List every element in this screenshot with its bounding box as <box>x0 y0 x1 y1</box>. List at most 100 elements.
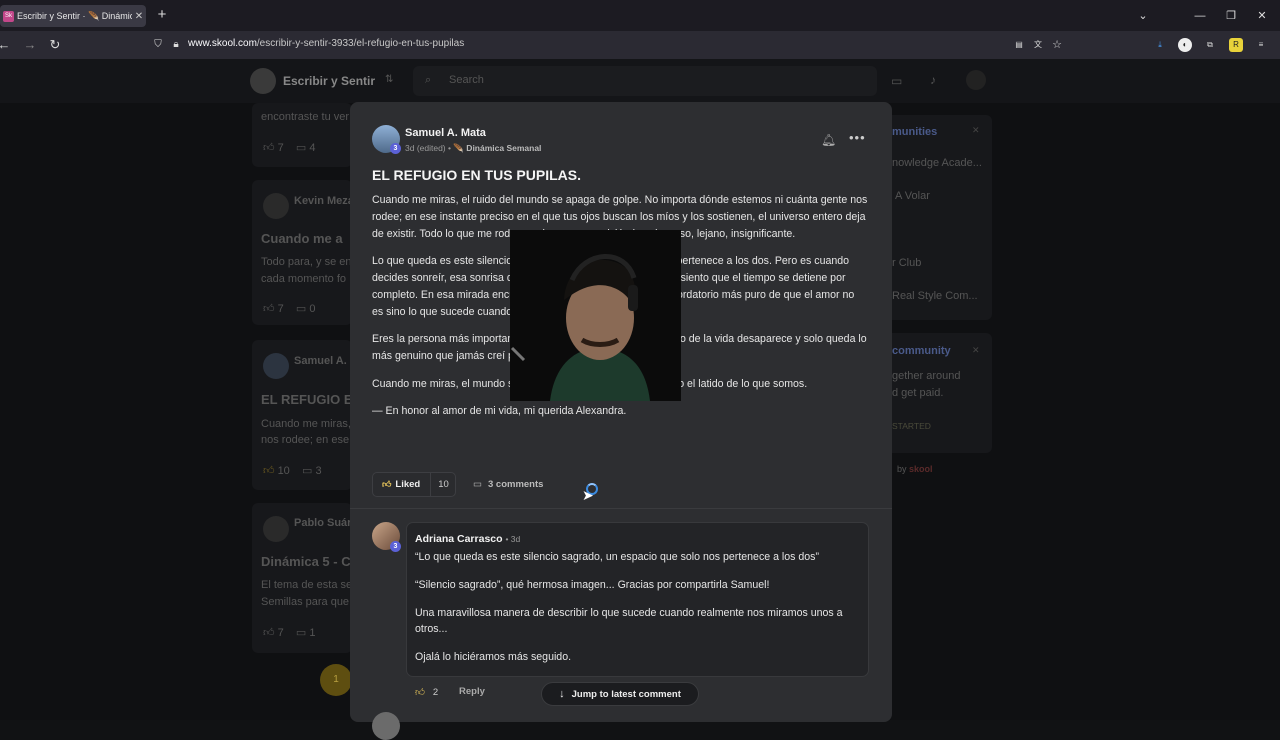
comments-count-label: 3 comments <box>487 479 544 490</box>
bg-comment-count: 4 <box>309 142 316 154</box>
community-logo[interactable] <box>250 68 276 94</box>
bg-title: Dinámica 5 - C <box>261 554 351 569</box>
commenter-name: Adriana Carrasco • 3d <box>415 533 520 545</box>
close-window-icon[interactable]: ✕ <box>1254 8 1270 24</box>
bg-post-text: Todo para, y se en <box>261 256 351 268</box>
address-bar[interactable]: www.skool.com/escribir-y-sentir-3933/el-… <box>188 38 464 49</box>
bg-post-text: El tema de esta se <box>261 579 351 591</box>
post-meta: 3d (edited) • 🪶 Dinámica Semanal <box>405 143 541 154</box>
comment-body: “Lo que queda es este silencio sagrado, … <box>415 549 861 677</box>
comment-paragraph: “Lo que queda es este silencio sagrado, … <box>415 551 820 563</box>
extension-r-icon[interactable]: R <box>1229 38 1243 52</box>
chat-icon[interactable]: ▭ <box>891 74 902 88</box>
close-tab-icon[interactable]: ✕ <box>132 11 146 22</box>
switch-community-icon[interactable]: ⇅ <box>385 74 393 85</box>
commenter-level-badge: 3 <box>390 541 401 552</box>
post-category[interactable]: 🪶 Dinámica Semanal <box>453 143 541 153</box>
bg-avatar <box>263 516 289 542</box>
comment-like-button[interactable]: 👍︎ 2 <box>415 686 438 698</box>
bg-author: Samuel A. M <box>294 355 350 367</box>
lock-icon[interactable]: 🔒︎ <box>168 37 184 53</box>
liked-label: Liked <box>395 479 421 490</box>
bg-post-text: encontraste tu ver <box>261 111 350 123</box>
bg-like-count: 10 <box>277 465 290 477</box>
bg-avatar <box>263 353 289 379</box>
bg-communities-title: munities <box>892 126 938 138</box>
post-title: EL REFUGIO EN TUS PUPILAS. <box>372 167 581 183</box>
comment-time: • 3d <box>505 534 521 544</box>
reader-view-icon[interactable]: ▤ <box>1012 38 1026 52</box>
bg-community-item: nowledge Acade... <box>892 157 982 169</box>
bg-cta: STARTED <box>892 421 931 431</box>
forward-icon[interactable]: → <box>22 37 38 53</box>
commenter-name-text[interactable]: Adriana Carrasco <box>415 533 503 545</box>
bookmark-star-icon[interactable]: ☆ <box>1050 38 1064 52</box>
favicon: Sk <box>3 10 14 22</box>
bg-like-count: 7 <box>277 627 284 639</box>
bell-icon[interactable]: 🔔︎ <box>821 133 836 147</box>
author-level-badge: 3 <box>390 143 401 154</box>
bg-community-title: community <box>892 345 951 357</box>
url-path: /escribir-y-sentir-3933/el-refugio-en-tu… <box>256 38 465 49</box>
bg-community-item: r Club <box>892 257 922 269</box>
webcam-overlay <box>510 230 681 401</box>
back-icon[interactable]: ← <box>0 37 12 53</box>
minimize-icon[interactable]: — <box>1192 8 1208 24</box>
bg-comment-count: 1 <box>309 627 316 639</box>
shield-icon[interactable]: ⛉ <box>150 37 166 53</box>
reply-button[interactable]: Reply <box>459 686 485 697</box>
browser-tab-bar <box>0 0 1280 31</box>
user-avatar[interactable] <box>966 70 986 90</box>
comment-icon: ▭ <box>473 479 482 490</box>
bg-post-text: cada momento fo <box>261 273 346 285</box>
post-paragraph: — En honor al amor de mi vida, mi querid… <box>372 405 627 418</box>
notifications-icon[interactable]: ♪ <box>930 73 936 87</box>
downloads-icon[interactable]: ⤓ <box>1153 38 1167 52</box>
bg-community-text: d get paid. <box>892 387 944 399</box>
account-icon[interactable]: ◐ <box>1178 38 1192 52</box>
url-host: www.skool.com <box>188 38 257 49</box>
mouse-cursor-icon: ➤ <box>582 487 594 503</box>
comment-paragraph: Una maravillosa manera de describir lo q… <box>415 606 843 636</box>
thumbs-up-icon: 👍︎ <box>382 479 392 489</box>
bg-title: Cuando me a <box>261 231 343 246</box>
reload-icon[interactable]: ↻ <box>47 37 63 53</box>
next-commenter-avatar[interactable] <box>372 712 400 740</box>
bg-post-text: Semillas para que <box>261 596 350 608</box>
tab-list-chevron-icon[interactable]: ⌄ <box>1135 8 1151 24</box>
search-icon: ⌕ <box>425 74 432 86</box>
more-options-icon[interactable]: ••• <box>849 130 866 145</box>
community-name[interactable]: Escribir y Sentir <box>283 74 375 88</box>
bg-author: Kevin Meza <box>294 195 350 207</box>
bg-comment-count: 0 <box>309 303 316 315</box>
comment-paragraph: Ojalá lo hiciéramos más seguido. <box>415 651 572 664</box>
tab-title: Escribir y Sentir · 🪶 Dinámica Semanal <box>17 10 132 21</box>
author-name[interactable]: Samuel A. Mata <box>405 127 486 139</box>
bg-avatar <box>263 193 289 219</box>
comments-link[interactable]: ▭ 3 comments <box>473 479 543 490</box>
restore-icon[interactable]: ❐ <box>1223 8 1239 24</box>
extensions-icon[interactable]: ⧉ <box>1203 38 1217 52</box>
close-icon: ✕ <box>972 345 980 355</box>
bg-brand: skool <box>909 464 933 474</box>
page-number-button[interactable]: 1 <box>320 664 352 696</box>
jump-label: Jump to latest comment <box>571 688 681 700</box>
arrow-down-icon: ↓ <box>559 688 565 700</box>
comment-like-count: 2 <box>432 687 439 698</box>
new-tab-icon[interactable]: + <box>155 7 169 23</box>
bg-comment-count: 3 <box>315 465 322 477</box>
bg-community-text: gether around <box>892 370 961 382</box>
browser-tab[interactable]: Sk Escribir y Sentir · 🪶 Dinámica Semana… <box>0 5 146 27</box>
menu-icon[interactable]: ≡ <box>1254 38 1268 52</box>
bg-powered-by: by <box>897 464 907 474</box>
search-input[interactable]: Search <box>413 66 877 96</box>
translate-icon[interactable]: 文 <box>1031 38 1045 52</box>
like-count[interactable]: 10 <box>430 473 456 496</box>
jump-to-latest-button[interactable]: ↓ Jump to latest comment <box>541 682 699 706</box>
post-time: 3d (edited) • <box>405 143 451 153</box>
bg-community-item: A Volar <box>895 190 930 202</box>
like-button[interactable]: 👍︎ Liked 10 <box>372 472 456 497</box>
thumbs-up-icon: 👍︎ <box>415 687 425 698</box>
comment-paragraph: “Silencio sagrado”, qué hermosa imagen..… <box>415 578 770 591</box>
bg-community-item: Real Style Com... <box>892 290 978 302</box>
